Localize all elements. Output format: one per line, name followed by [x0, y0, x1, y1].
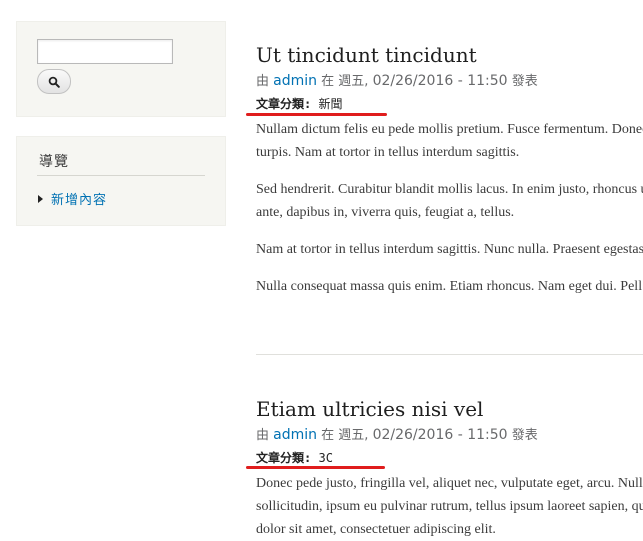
meta-middle: 在 週五, — [321, 428, 369, 443]
meta-suffix: 發表 — [511, 74, 538, 89]
meta-prefix: 由 — [256, 74, 270, 89]
article: Etiam ultricies nisi vel 由 admin 在 週五, 0… — [246, 396, 643, 541]
article-category: 文章分類: 新聞 — [256, 96, 643, 112]
text-line: Nam at tortor in tellus interdum sagitti… — [256, 242, 643, 257]
paragraph: Nullam dictum felis eu pede mollis preti… — [256, 118, 643, 164]
text-line: dolor sit amet, consectetuer adipiscing … — [256, 522, 496, 537]
paragraph: Nulla consequat massa quis enim. Etiam r… — [256, 275, 643, 298]
meta-middle: 在 週五, — [321, 74, 369, 89]
article-title[interactable]: Ut tincidunt tincidunt — [256, 42, 643, 68]
category-label: 文章分類: — [256, 97, 312, 111]
text-line: sollicitudin, ipsum eu pulvinar rutrum, … — [256, 499, 643, 514]
paragraph: Donec pede justo, fringilla vel, aliquet… — [256, 472, 643, 541]
post-date: 02/26/2016 - 11:50 — [372, 73, 508, 89]
navigation-block: 導覽 新增內容 — [16, 136, 226, 226]
text-line: Donec pede justo, fringilla vel, aliquet… — [256, 476, 643, 491]
article-meta: 由 admin 在 週五, 02/26/2016 - 11:50 發表 — [256, 426, 643, 445]
annotation-underline — [246, 466, 385, 469]
annotation-underline — [246, 113, 387, 116]
paragraph: Sed hendrerit. Curabitur blandit mollis … — [256, 178, 643, 224]
article: Ut tincidunt tincidunt 由 admin 在 週五, 02/… — [246, 42, 643, 298]
nav-link-add-content[interactable]: 新增內容 — [51, 189, 107, 208]
category-value[interactable]: 3C — [318, 451, 332, 465]
nav-item-add-content[interactable]: 新增內容 — [38, 189, 107, 208]
text-line: Nulla consequat massa quis enim. Etiam r… — [256, 279, 643, 294]
search-block — [16, 21, 226, 117]
text-line: turpis. Nam at tortor in tellus interdum… — [256, 145, 520, 160]
article-divider — [256, 354, 643, 355]
article-title[interactable]: Etiam ultricies nisi vel — [256, 396, 643, 422]
category-label: 文章分類: — [256, 451, 312, 465]
search-input[interactable] — [37, 39, 173, 64]
article-category: 文章分類: 3C — [256, 450, 643, 466]
navigation-title: 導覽 — [39, 154, 69, 170]
category-value[interactable]: 新聞 — [318, 97, 342, 111]
article-body: Nullam dictum felis eu pede mollis preti… — [256, 118, 643, 298]
meta-suffix: 發表 — [511, 428, 538, 443]
text-line: Nullam dictum felis eu pede mollis preti… — [256, 122, 643, 137]
author-link[interactable]: admin — [273, 427, 317, 443]
search-icon — [48, 76, 60, 88]
paragraph: Nam at tortor in tellus interdum sagitti… — [256, 238, 643, 261]
author-link[interactable]: admin — [273, 73, 317, 89]
navigation-divider — [37, 175, 205, 176]
post-date: 02/26/2016 - 11:50 — [372, 427, 508, 443]
triangle-bullet-icon — [38, 194, 43, 203]
article-meta: 由 admin 在 週五, 02/26/2016 - 11:50 發表 — [256, 72, 643, 91]
article-body: Donec pede justo, fringilla vel, aliquet… — [256, 472, 643, 541]
text-line: Sed hendrerit. Curabitur blandit mollis … — [256, 182, 643, 197]
search-button[interactable] — [37, 69, 71, 94]
text-line: ante, dapibus in, viverra quis, feugiat … — [256, 205, 515, 220]
meta-prefix: 由 — [256, 428, 270, 443]
